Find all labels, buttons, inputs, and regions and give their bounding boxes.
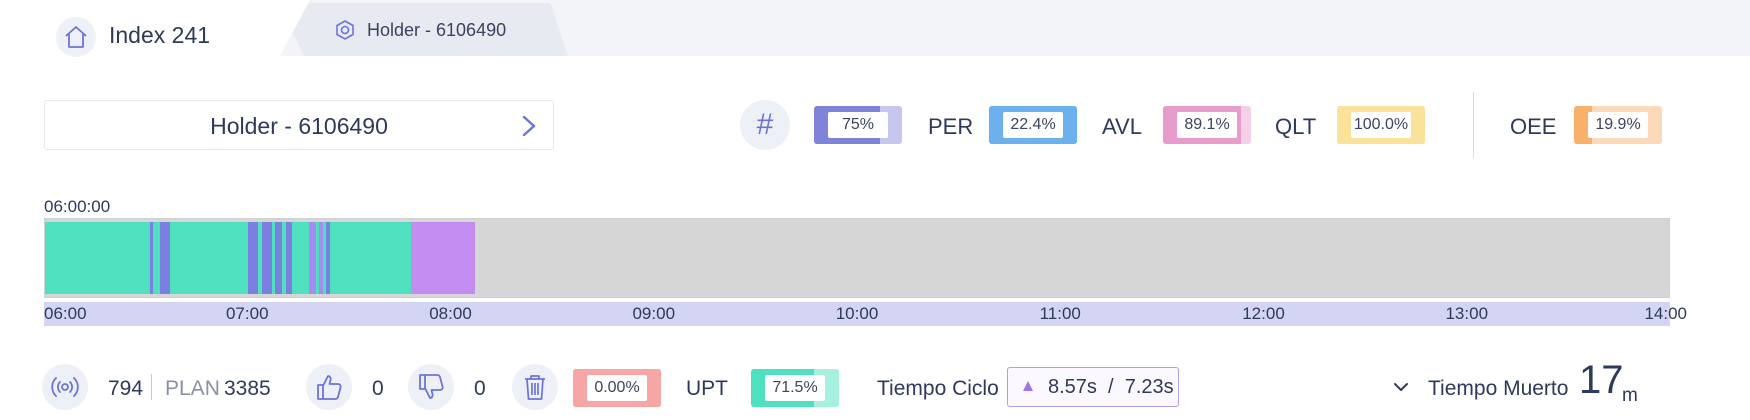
qlt-kpi: 100.0% xyxy=(1337,106,1425,144)
trash-icon xyxy=(525,375,545,400)
timeline-segment-running[interactable] xyxy=(45,222,150,294)
count-kpi-value: 75% xyxy=(828,112,888,138)
qlt-kpi-value: 100.0% xyxy=(1351,112,1411,138)
oee-kpi: 19.9% xyxy=(1574,106,1662,144)
cycle-time-label: Tiempo Ciclo xyxy=(877,377,999,400)
timeline-segment-stop[interactable] xyxy=(275,222,283,294)
timeline-segment-running[interactable] xyxy=(170,222,249,294)
scrap-kpi-value: 0.00% xyxy=(587,375,647,401)
avl-kpi: 89.1% xyxy=(1163,106,1251,144)
scrap-kpi: 0.00% xyxy=(573,369,661,407)
chevron-down-icon[interactable] xyxy=(1392,380,1410,394)
per-kpi-value: 22.4% xyxy=(1003,112,1063,138)
dead-time-label[interactable]: Tiempo Muerto xyxy=(1428,377,1568,401)
bad-button[interactable] xyxy=(408,364,454,410)
timeline-tick-label: 12:00 xyxy=(1242,304,1285,323)
scrap-button[interactable] xyxy=(512,364,558,410)
timeline-segment-running[interactable] xyxy=(329,222,411,294)
cycle-time-value: 8.57s / 7.23s xyxy=(1048,376,1174,398)
avl-label: AVL xyxy=(1102,114,1142,139)
timeline-tick-label: 10:00 xyxy=(835,304,879,323)
timeline-segment-stop_light[interactable] xyxy=(309,222,316,294)
count-kpi: 75% xyxy=(814,106,902,144)
timeline-tick-label: 07:00 xyxy=(225,304,269,323)
tab-bar: Index 241 Holder - 6106490 xyxy=(0,0,1750,57)
holder-selector[interactable]: Holder - 6106490 xyxy=(44,100,554,150)
timeline-segment-stop[interactable] xyxy=(285,222,293,294)
cycle-time-box: 8.57s / 7.23s xyxy=(1007,367,1179,407)
avl-kpi-value: 89.1% xyxy=(1177,112,1237,138)
timeline-tick-label: 11:00 xyxy=(1039,304,1081,323)
qlt-label: QLT xyxy=(1275,114,1317,139)
timeline-tick-label: 08:00 xyxy=(429,304,472,323)
per-kpi: 22.4% xyxy=(989,106,1077,144)
bad-count: 0 xyxy=(474,377,486,400)
tab-index-title: Index 241 xyxy=(109,22,211,48)
plan-value: 3385 xyxy=(224,377,271,400)
upt-kpi: 71.5% xyxy=(751,369,839,407)
oee-label: OEE xyxy=(1510,114,1557,139)
hexagon-icon xyxy=(336,20,354,40)
oee-kpi-value: 19.9% xyxy=(1588,112,1648,138)
dead-time-value: 17 xyxy=(1579,358,1624,402)
hash-icon[interactable]: # xyxy=(740,100,790,150)
production-timeline[interactable] xyxy=(44,218,1670,298)
plan-label: PLAN xyxy=(165,377,220,400)
triangle-up-icon xyxy=(1023,381,1033,391)
good-button[interactable] xyxy=(306,364,352,410)
per-label: PER xyxy=(928,114,974,139)
thumbs-up-icon xyxy=(317,375,342,400)
timeline-segment-stop[interactable] xyxy=(261,222,272,294)
timeline-segment-running[interactable] xyxy=(292,222,310,294)
produced-count: 794 xyxy=(108,377,144,400)
timeline-segment-setup[interactable] xyxy=(410,222,476,294)
timeline-tick-label: 06:00 xyxy=(44,304,87,323)
timeline-tick-label: 13:00 xyxy=(1445,304,1489,323)
chevron-right-icon xyxy=(522,115,536,137)
holder-selector-label: Holder - 6106490 xyxy=(210,113,388,139)
plan-divider xyxy=(151,374,152,400)
timeline-tick-label: 14:00 xyxy=(1644,304,1688,323)
thumbs-down-icon xyxy=(419,374,444,399)
home-button[interactable] xyxy=(56,17,96,57)
home-icon xyxy=(65,26,87,48)
dead-time-unit: m xyxy=(1622,385,1638,406)
kpi-divider xyxy=(1473,92,1474,158)
upt-kpi-value: 71.5% xyxy=(765,375,825,401)
timeline-segment-stop[interactable] xyxy=(160,222,171,294)
signal-icon xyxy=(51,377,79,397)
timeline-segment-stop[interactable] xyxy=(248,222,259,294)
good-count: 0 xyxy=(372,377,384,400)
timeline-segment-running[interactable] xyxy=(153,222,161,294)
tab-holder-title: Holder - 6106490 xyxy=(367,20,507,40)
signal-button[interactable] xyxy=(42,364,88,410)
upt-label: UPT xyxy=(686,377,728,400)
timeline-start-time: 06:00:00 xyxy=(44,197,111,216)
timeline-tick-label: 09:00 xyxy=(632,304,676,323)
